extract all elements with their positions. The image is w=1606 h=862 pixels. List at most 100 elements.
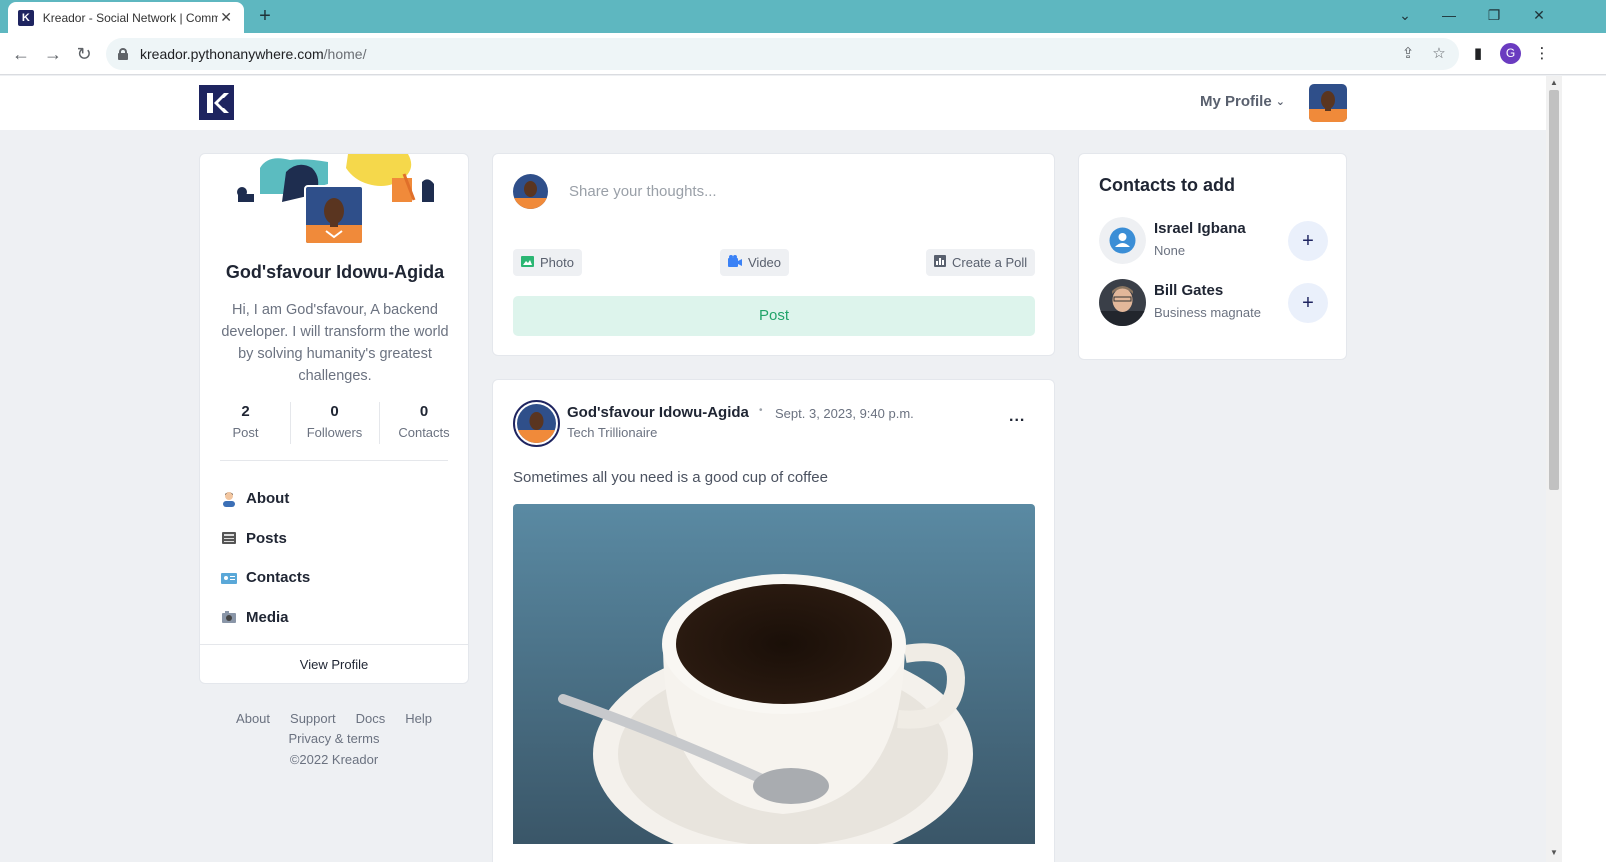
footer-link-privacy[interactable]: Privacy & terms (288, 731, 379, 746)
media-icon (220, 608, 238, 626)
contact-avatar[interactable] (1099, 279, 1146, 326)
menu-item-media[interactable]: Media (220, 598, 448, 638)
contact-subtitle: Business magnate (1154, 305, 1261, 320)
post-text: Sometimes all you need is a good cup of … (513, 469, 828, 486)
profile-bio: Hi, I am God'sfavour, A backend develope… (221, 302, 449, 384)
my-profile-dropdown[interactable]: My Profile ⌄ (1200, 93, 1285, 110)
kreador-logo[interactable] (199, 85, 234, 120)
id-card-icon (220, 569, 238, 587)
contacts-title: Contacts to add (1099, 175, 1236, 195)
footer-link-support[interactable]: Support (290, 711, 336, 726)
stat-value: 0 (419, 403, 429, 420)
stat-followers: 0 Followers (291, 402, 380, 444)
contact-name[interactable]: Bill Gates (1154, 282, 1223, 299)
person-icon (220, 490, 238, 508)
minimize-button[interactable]: — (1432, 4, 1466, 26)
post-image[interactable] (513, 504, 1035, 844)
stat-label: Contacts (398, 425, 450, 440)
browser-tab[interactable]: K Kreador - Social Network | Comm ✕ (8, 2, 244, 33)
video-icon (728, 254, 742, 271)
menu-item-label: About (246, 490, 290, 508)
back-icon[interactable]: ← (8, 41, 34, 67)
contacts-to-add-card: Contacts to add Israel Igbana None + Bil… (1078, 153, 1347, 360)
create-poll-button[interactable]: Create a Poll (926, 249, 1036, 276)
menu-item-label: Contacts (246, 569, 311, 587)
url-path: /home/ (323, 46, 367, 62)
share-thoughts-input[interactable]: Share your thoughts... (569, 183, 717, 200)
post-timestamp: Sept. 3, 2023, 9:40 p.m. (775, 406, 914, 421)
my-profile-label: My Profile (1200, 93, 1272, 110)
browser-profile-avatar[interactable]: G (1500, 43, 1521, 64)
scroll-down-icon[interactable]: ▼ (1549, 848, 1559, 858)
photo-label: Photo (540, 255, 574, 270)
more-options-icon[interactable]: ... (1009, 408, 1025, 426)
address-bar[interactable]: kreador.pythonanywhere.com/home/ ⇪ ☆ (106, 38, 1459, 70)
photo-button[interactable]: Photo (513, 249, 582, 276)
post-composer: Share your thoughts... Photo Video Creat… (492, 153, 1055, 356)
app-header: My Profile ⌄ (0, 76, 1546, 130)
composer-avatar (513, 174, 548, 209)
default-avatar-icon[interactable] (1099, 217, 1146, 264)
stat-posts: 2 Post (202, 402, 291, 444)
reload-icon[interactable]: ↻ (71, 41, 97, 67)
post-author-name[interactable]: God'sfavour Idowu-Agida (567, 404, 749, 421)
forward-icon[interactable]: → (40, 41, 66, 67)
footer-link-about[interactable]: About (236, 711, 270, 726)
stat-value: 2 (241, 403, 250, 420)
profile-name: God'sfavour Idowu-Agida (225, 262, 445, 282)
footer-link-docs[interactable]: Docs (356, 711, 386, 726)
post-button[interactable]: Post (513, 296, 1035, 336)
browser-tab-strip: K Kreador - Social Network | Comm ✕ + ⌄ … (0, 0, 1606, 33)
menu-item-posts[interactable]: Posts (220, 519, 448, 559)
profile-avatar[interactable] (304, 185, 364, 245)
stat-label: Followers (306, 425, 363, 440)
tab-search-icon[interactable]: ⌄ (1388, 4, 1422, 26)
post-author-avatar[interactable] (513, 400, 560, 447)
new-tab-button[interactable]: + (254, 5, 276, 27)
chevron-down-icon: ⌄ (1275, 96, 1285, 108)
separator-dot: • (759, 405, 763, 416)
menu-item-label: Posts (246, 529, 287, 547)
profile-menu: About Posts Contacts Media (220, 479, 448, 637)
page-scrollbar[interactable]: ▲ ▼ (1546, 76, 1562, 862)
browser-menu-icon[interactable]: ⋮ (1532, 44, 1552, 64)
stat-label: Post (232, 425, 259, 440)
footer-link-help[interactable]: Help (405, 711, 432, 726)
divider (220, 460, 448, 461)
contact-name[interactable]: Israel Igbana (1154, 220, 1246, 237)
menu-item-contacts[interactable]: Contacts (220, 558, 448, 598)
scroll-up-icon[interactable]: ▲ (1549, 78, 1559, 88)
page-viewport: My Profile ⌄ God'sfavour Idowu-Agida Hi,… (0, 76, 1546, 862)
add-contact-button[interactable]: + (1288, 221, 1328, 261)
tab-close-icon[interactable]: ✕ (218, 9, 234, 26)
contact-subtitle: None (1154, 243, 1186, 258)
browser-toolbar: ← → ↻ kreador.pythonanywhere.com/home/ ⇪… (0, 33, 1606, 75)
contact-suggestion: Israel Igbana None + (1099, 217, 1328, 265)
video-label: Video (748, 255, 782, 270)
scrollbar-thumb[interactable] (1549, 90, 1559, 490)
header-avatar[interactable] (1309, 84, 1347, 122)
tab-title: Kreador - Social Network | Comm (42, 10, 219, 25)
close-window-button[interactable]: ✕ (1522, 4, 1556, 26)
share-icon[interactable]: ⇪ (1398, 44, 1418, 64)
post-author-title: Tech Trillionaire (567, 425, 658, 440)
lock-icon (118, 48, 128, 60)
newspaper-icon (220, 529, 238, 547)
footer-links: About Support Docs Help Privacy & terms (199, 709, 469, 749)
video-button[interactable]: Video (720, 249, 790, 276)
poll-label: Create a Poll (952, 255, 1028, 270)
contact-suggestion: Bill Gates Business magnate + (1099, 279, 1328, 327)
stat-value: 0 (330, 403, 339, 420)
side-panel-icon[interactable]: ▮ (1468, 44, 1488, 64)
menu-item-about[interactable]: About (220, 479, 448, 519)
feed-post: God'sfavour Idowu-Agida • Sept. 3, 2023,… (492, 379, 1055, 862)
restore-button[interactable]: ❐ (1477, 4, 1511, 26)
add-contact-button[interactable]: + (1288, 283, 1328, 323)
bookmark-star-icon[interactable]: ☆ (1429, 44, 1449, 64)
view-profile-link[interactable]: View Profile (200, 644, 468, 684)
url-host: kreador.pythonanywhere.com (140, 46, 324, 62)
menu-item-label: Media (246, 608, 289, 626)
copyright: ©2022 Kreador (289, 752, 379, 767)
kreador-favicon-icon: K (18, 9, 34, 26)
poll-icon (934, 255, 946, 270)
